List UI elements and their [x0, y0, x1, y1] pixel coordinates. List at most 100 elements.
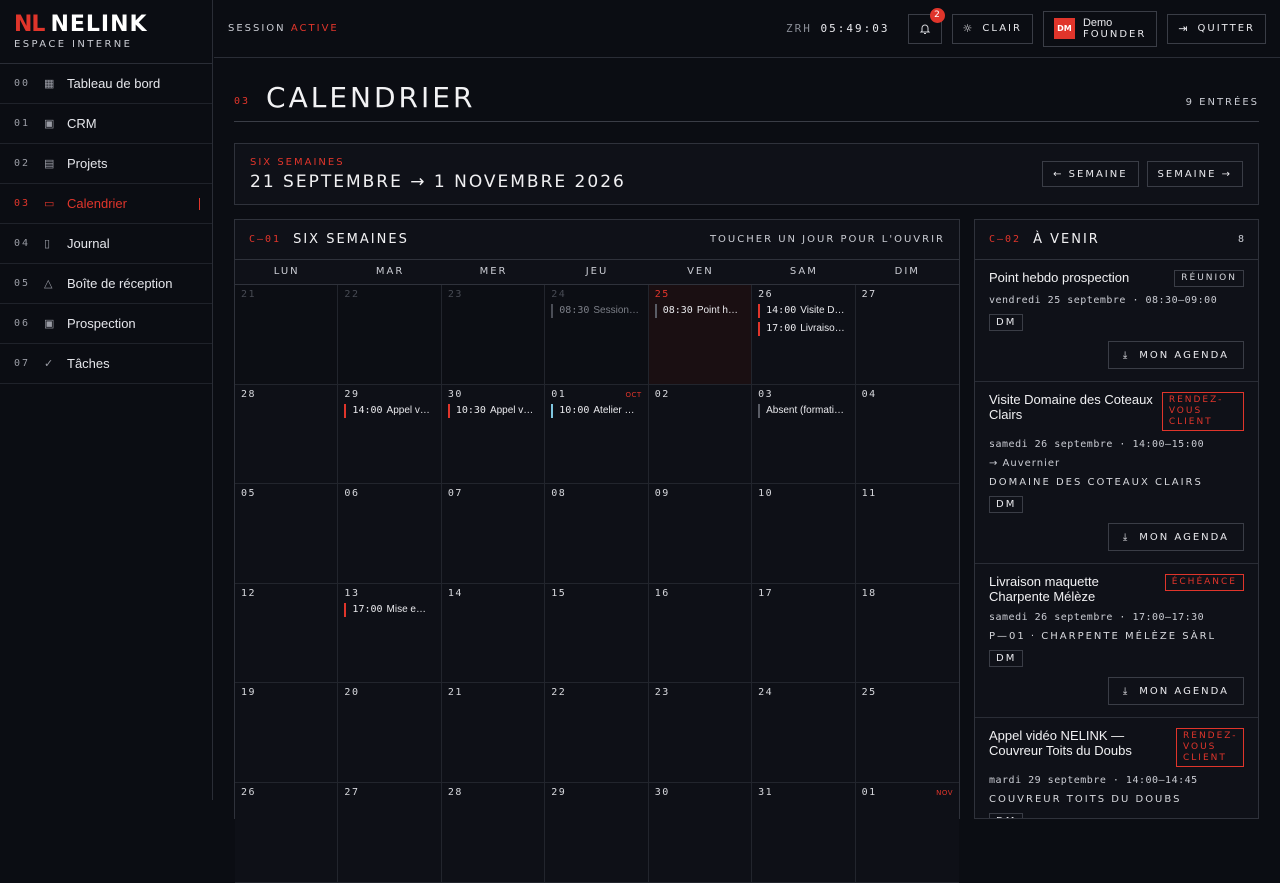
calendar-code: C—01 [249, 234, 282, 245]
calendar-day-cell[interactable]: 14 [441, 583, 546, 684]
sidebar-item-number: 03 [14, 198, 31, 209]
calendar-day-cell[interactable]: 05 [235, 484, 339, 584]
user-menu[interactable]: DM Demo FOUNDER [1042, 10, 1158, 47]
calendar-day-cell[interactable]: 07 [441, 484, 546, 584]
next-week-button[interactable]: SEMAINE → [1146, 161, 1243, 187]
weekday-label: LUN [273, 266, 300, 277]
calendar-day-cell[interactable]: 23 [441, 285, 546, 385]
calendar-day-cell[interactable]: 27 [855, 285, 959, 385]
sun-icon: ☼ [962, 22, 975, 35]
calendar-icon: ▭ [44, 198, 55, 210]
calendar-day-cell[interactable]: 11 [855, 484, 959, 584]
calendar-event[interactable]: 08:30 Point h… [654, 304, 745, 318]
calendar-event[interactable]: 10:00 Atelier … [551, 403, 641, 418]
calendar-day-cell[interactable]: 21 [441, 683, 546, 783]
sidebar-item-tâches[interactable]: 07 ✓ Tâches [0, 344, 212, 384]
sidebar-item-prospection[interactable]: 06 ▣ Prospection [0, 304, 212, 344]
day-number: 13 [344, 587, 360, 599]
calendar-day-cell[interactable]: 02 [648, 384, 753, 485]
calendar-event[interactable]: 14:00 Visite D… [758, 304, 848, 318]
calendar-day-cell[interactable]: 29 [545, 782, 649, 883]
calendar-day-cell[interactable]: 04 [855, 384, 959, 485]
calendar-day-cell[interactable]: 12 [235, 583, 339, 684]
add-to-agenda-button[interactable]: ⤓ MON AGENDA [1107, 341, 1244, 369]
day-number: 09 [654, 488, 670, 500]
calendar-day-cell[interactable]: 03 Absent (formati… [752, 384, 856, 485]
calendar-day-cell[interactable]: 09 [648, 484, 753, 584]
calendar-event[interactable]: 10:30 Appel v… [447, 403, 538, 418]
calendar-day-cell[interactable]: 21 [235, 285, 339, 385]
add-to-agenda-button[interactable]: ⤓ MON AGENDA [1107, 677, 1244, 705]
calendar-day-cell[interactable]: 27 [338, 782, 442, 883]
event-title: Point h… [696, 305, 738, 316]
calendar-day-cell[interactable]: 17 [752, 583, 856, 684]
day-number: 29 [551, 786, 567, 798]
calendar-day-cell[interactable]: 28 [441, 782, 546, 883]
calendar-day-cell[interactable]: 31 [752, 782, 856, 883]
owner-badge: DM [989, 813, 1024, 818]
day-number: 07 [447, 488, 463, 500]
brand[interactable]: NL NELINK ESPACE INTERNE [0, 0, 212, 64]
check-icon: ✓ [44, 358, 54, 370]
calendar-event[interactable]: 17:00 Mise e… [344, 602, 434, 617]
add-to-agenda-button[interactable]: ⤓ MON AGENDA [1107, 523, 1244, 551]
calendar-day-cell[interactable]: 13 17:00 Mise e… [338, 583, 442, 684]
calendar-day-cell[interactable]: 26 [235, 782, 339, 883]
calendar-event[interactable]: 17:00 Livraiso… [758, 322, 848, 336]
topbar: SESSION ACTIVE ZRH 05:49:03 2 ☼ CLAIR DM… [214, 0, 1280, 58]
calendar-day-cell[interactable]: 08 [545, 484, 649, 584]
calendar-event[interactable]: 08:30 Session… [551, 304, 641, 318]
calendar-day-cell[interactable]: 16 [648, 583, 753, 684]
sidebar-item-crm[interactable]: 01 ▣ CRM [0, 104, 212, 144]
calendar-day-cell[interactable]: 19 [235, 683, 339, 783]
event-date: samedi 26 septembre · 14:00–15:00 [989, 439, 1205, 450]
sidebar-item-tableau-de-bord[interactable]: 00 ▦ Tableau de bord [0, 64, 212, 104]
calendar-day-cell[interactable]: 22 [545, 683, 649, 783]
calendar-day-cell[interactable]: 25 08:30 Point h… [648, 285, 753, 385]
date-range-panel: SIX SEMAINES 21 SEPTEMBRE → 1 NOVEMBRE 2… [234, 143, 1259, 205]
day-number: 02 [654, 388, 670, 400]
upcoming-event-card[interactable]: Livraison maquette Charpente Mélèze ÉCHÉA… [975, 564, 1258, 718]
calendar-event[interactable]: Absent (formati… [758, 403, 848, 418]
sidebar-item-label: Projets [67, 156, 108, 171]
quit-button[interactable]: ⇥ QUITTER [1167, 13, 1266, 44]
calendar-day-cell[interactable]: 10 [752, 484, 856, 584]
upcoming-event-card[interactable]: Point hebdo prospection RÉUNION vendredi 2… [975, 260, 1258, 382]
calendar-day-cell[interactable]: 01 OCT 10:00 Atelier … [545, 384, 649, 485]
calendar-day-cell[interactable]: 30 [648, 782, 753, 883]
day-number: 17 [758, 587, 774, 599]
previous-week-button[interactable]: ← SEMAINE [1042, 161, 1139, 187]
theme-toggle-button[interactable]: ☼ CLAIR [951, 13, 1033, 44]
calendar-day-cell[interactable]: 24 [752, 683, 856, 783]
calendar-day-cell[interactable]: 24 08:30 Session… [545, 285, 649, 385]
calendar-day-cell[interactable]: 26 14:00 Visite D… 17:00 Livraiso… [752, 285, 856, 385]
calendar-day-cell[interactable]: 06 [338, 484, 442, 584]
notifications-button[interactable]: 2 [907, 7, 945, 44]
sidebar-item-journal[interactable]: 04 ▯ Journal [0, 224, 212, 264]
day-number: 27 [344, 786, 360, 798]
calendar-title: SIX SEMAINES [293, 232, 409, 247]
calendar-day-cell[interactable]: 20 [338, 683, 442, 783]
download-icon: ⤓ [1122, 685, 1130, 697]
upcoming-event-card[interactable]: Appel vidéo NELINK — Couvreur Toits du D… [975, 718, 1258, 818]
notification-badge: 2 [929, 7, 945, 23]
calendar-day-cell[interactable]: 22 [338, 285, 442, 385]
event-time: 14:00 [766, 305, 797, 316]
calendar-day-cell[interactable]: 18 [855, 583, 959, 684]
day-number: 27 [861, 289, 877, 300]
calendar-day-cell[interactable]: 15 [545, 583, 649, 684]
calendar-event[interactable]: 14:00 Appel v… [344, 403, 434, 418]
sidebar-item-projets[interactable]: 02 ▤ Projets [0, 144, 212, 184]
sidebar-item-boîte-de-réception[interactable]: 05 △ Boîte de réception [0, 264, 212, 304]
calendar-day-cell[interactable]: 25 [855, 683, 959, 783]
calendar-day-cell[interactable]: 30 10:30 Appel v… [441, 384, 546, 485]
upcoming-event-card[interactable]: Visite Domaine des Coteaux Clairs RENDEZ-… [975, 382, 1258, 564]
calendar-day-cell[interactable]: 29 14:00 Appel v… [338, 384, 442, 485]
calendar-day-cell[interactable]: 23 [648, 683, 753, 783]
sidebar-nav: 00 ▦ Tableau de bord 01 ▣ CRM 02 ▤ Projets 03 ▭ Cal… [0, 64, 212, 384]
calendar-day-cell[interactable]: 01 NOV [855, 782, 959, 883]
sidebar-item-calendrier[interactable]: 03 ▭ Calendrier [0, 184, 212, 224]
calendar-day-cell[interactable]: 28 [235, 384, 339, 485]
event-title: Appel v… [489, 404, 534, 416]
calendar-grid: 21 22 23 24 08:30 Session… 25 08:30 Point h… 26 14… [235, 285, 959, 883]
